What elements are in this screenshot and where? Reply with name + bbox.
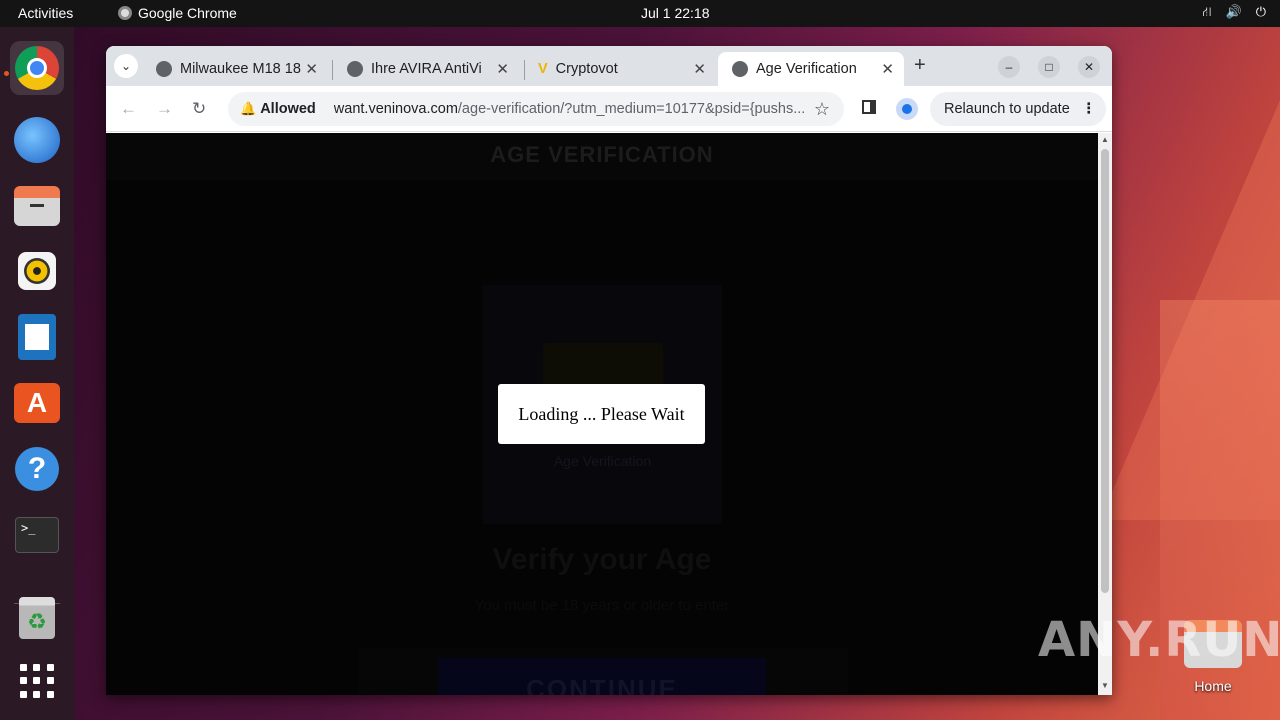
dock-rhythmbox[interactable] (10, 244, 64, 298)
maximize-button[interactable]: □ (1038, 56, 1060, 78)
activities-button[interactable]: Activities (18, 5, 73, 21)
apps-grid-icon (20, 664, 54, 698)
chrome-icon (118, 6, 132, 20)
chrome-window: ⌄ Milwaukee M18 18 ✕ Ihre AVIRA AntiVi ✕… (106, 46, 1112, 695)
home-label[interactable]: Home (1184, 678, 1242, 694)
dock-terminal[interactable]: >_ (10, 508, 64, 562)
writer-icon (18, 314, 56, 360)
back-arrow-icon[interactable]: ← (120, 99, 137, 119)
trash-icon: ♻ (19, 597, 55, 639)
relaunch-button[interactable]: Relaunch to update ⋮ (930, 92, 1106, 126)
card-image (543, 343, 663, 387)
page-viewport: AGE VERIFICATION Age Verification Verify… (106, 133, 1098, 695)
url-path: /age-verification/?utm_medium=10177&psid… (457, 101, 804, 117)
reload-icon[interactable]: ↻ (192, 99, 206, 119)
verify-subtitle: You must be 18 years or older to enter (474, 597, 730, 614)
dock-chrome[interactable] (10, 41, 64, 95)
continue-button[interactable]: CONTINUE (438, 658, 766, 695)
tab-milwaukee[interactable]: Milwaukee M18 18 ✕ (142, 52, 328, 86)
dock: A ? >_ ♻ (0, 27, 74, 720)
page-header: AGE VERIFICATION (106, 133, 1098, 180)
scroll-thumb[interactable] (1101, 149, 1109, 593)
globe-icon (732, 61, 748, 77)
app-name: Google Chrome (138, 5, 237, 21)
side-panel-icon[interactable] (862, 100, 876, 114)
close-tab-icon[interactable]: ✕ (305, 60, 318, 78)
network-icon[interactable]: ⛙ (1202, 4, 1211, 22)
dock-trash[interactable]: ♻ (10, 591, 64, 645)
forward-arrow-icon[interactable]: → (156, 99, 173, 119)
running-indicator (4, 71, 9, 76)
app-menu[interactable]: Google Chrome (118, 5, 237, 21)
thunderbird-icon (14, 117, 60, 163)
globe-icon (156, 61, 172, 77)
watermark: ANY.RUN (1038, 612, 1280, 668)
tab-search-button[interactable]: ⌄ (114, 54, 138, 78)
permission-chip[interactable]: Allowed (260, 101, 316, 117)
dock-show-apps[interactable] (10, 654, 64, 708)
dock-help[interactable]: ? (10, 442, 64, 496)
continue-area: CONTINUE (358, 648, 848, 695)
tab-cryptovot[interactable]: V Cryptovot ✕ (524, 52, 716, 86)
loading-dialog: Loading ... Please Wait (498, 384, 705, 444)
help-icon: ? (15, 447, 59, 491)
address-bar[interactable]: 🔔 Allowed want.veninova.com/age-verifica… (228, 92, 844, 126)
power-icon[interactable]: ⏻ (1256, 4, 1266, 22)
url-text[interactable]: want.veninova.com/age-verification/?utm_… (334, 101, 804, 117)
volume-icon[interactable]: 🔊 (1226, 4, 1242, 22)
terminal-icon: >_ (15, 517, 59, 553)
notification-bell-icon[interactable]: 🔔 (240, 101, 256, 117)
dock-writer[interactable] (10, 310, 64, 364)
vertical-scrollbar[interactable]: ▲ ▼ (1098, 133, 1112, 695)
card-caption: Age Verification (553, 453, 652, 469)
menu-dots-icon[interactable]: ⋮ (1082, 101, 1097, 117)
dock-software[interactable]: A (10, 376, 64, 430)
url-domain: want.veninova.com (333, 101, 458, 117)
scroll-down-arrow-icon[interactable]: ▼ (1101, 681, 1109, 690)
tab-title: Cryptovot (555, 61, 618, 77)
bookmark-star-icon[interactable]: ☆ (814, 99, 830, 120)
globe-icon (347, 61, 363, 77)
software-store-icon: A (14, 383, 60, 423)
top-bar: Activities Google Chrome Jul 1 22:18 ⛙ 🔊… (0, 0, 1280, 27)
close-tab-icon[interactable]: ✕ (693, 60, 706, 78)
profile-avatar-icon[interactable] (896, 98, 918, 120)
chrome-icon (15, 46, 59, 90)
dock-thunderbird[interactable] (10, 113, 64, 167)
browser-toolbar: ← → ↻ 🔔 Allowed want.veninova.com/age-ve… (106, 86, 1112, 132)
rhythmbox-icon (18, 252, 56, 290)
system-tray[interactable]: ⛙ 🔊 ⏻ (1202, 4, 1266, 22)
tab-avira[interactable]: Ihre AVIRA AntiVi ✕ (333, 52, 519, 86)
close-tab-icon[interactable]: ✕ (496, 60, 509, 78)
relaunch-label: Relaunch to update (944, 101, 1070, 117)
tab-strip: ⌄ Milwaukee M18 18 ✕ Ihre AVIRA AntiVi ✕… (106, 46, 1112, 86)
clock[interactable]: Jul 1 22:18 (641, 5, 710, 21)
close-window-button[interactable]: ✕ (1078, 56, 1100, 78)
dock-files[interactable] (10, 179, 64, 233)
new-tab-button[interactable]: + (914, 54, 926, 77)
scroll-up-arrow-icon[interactable]: ▲ (1101, 135, 1109, 144)
minimize-button[interactable]: – (998, 56, 1020, 78)
tab-age-verification[interactable]: Age Verification ✕ (718, 52, 904, 86)
close-tab-icon[interactable]: ✕ (881, 60, 894, 78)
verify-title: Verify your Age (492, 543, 712, 576)
cryptovot-favicon: V (538, 61, 548, 77)
files-icon (14, 186, 60, 226)
